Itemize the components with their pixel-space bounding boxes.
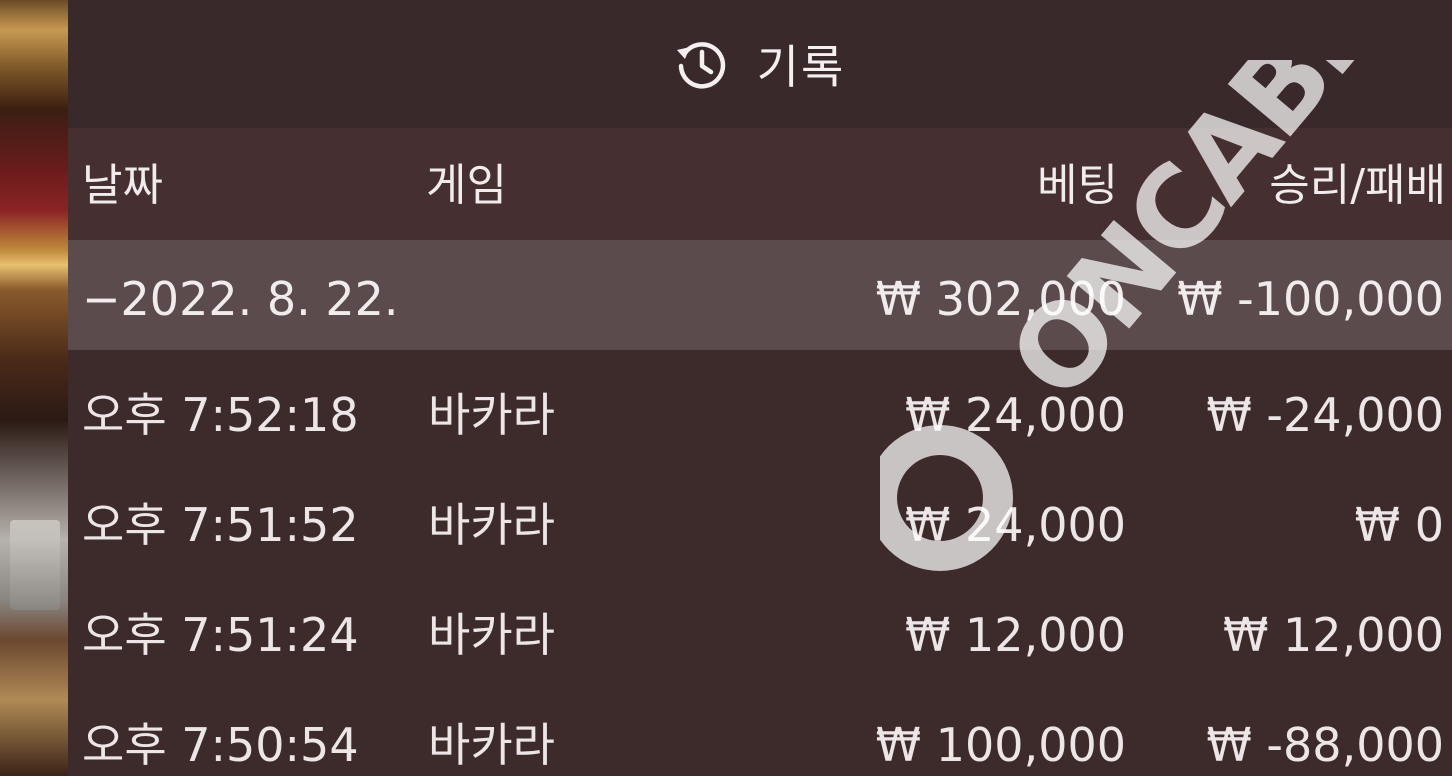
date-group-label[interactable]: −2022. 8. 22. bbox=[82, 276, 399, 322]
column-header-row bbox=[68, 128, 1452, 240]
row-bet: ₩ 24,000 bbox=[904, 498, 1126, 552]
panel-title: 기록 bbox=[671, 31, 846, 97]
row-bet: ₩ 12,000 bbox=[904, 608, 1126, 662]
row-game: 바카라 bbox=[428, 498, 555, 552]
row-game: 바카라 bbox=[428, 718, 555, 772]
row-game: 바카라 bbox=[428, 388, 555, 442]
column-header-game: 게임 bbox=[426, 160, 507, 211]
row-win-loss: ₩ -24,000 bbox=[1206, 388, 1444, 442]
panel-header: 기록 bbox=[68, 0, 1452, 128]
row-time: 오후 7:50:54 bbox=[82, 718, 359, 772]
column-header-win-loss: 승리/패배 bbox=[1269, 160, 1446, 211]
row-win-loss: ₩ 12,000 bbox=[1222, 608, 1444, 662]
row-time: 오후 7:51:24 bbox=[82, 608, 359, 662]
row-bet: ₩ 100,000 bbox=[875, 718, 1126, 772]
row-time: 오후 7:51:52 bbox=[82, 498, 359, 552]
row-win-loss: ₩ -88,000 bbox=[1206, 718, 1444, 772]
date-group-bet-total: ₩ 302,000 bbox=[875, 272, 1126, 326]
casino-background bbox=[0, 0, 68, 776]
row-win-loss: ₩ 0 bbox=[1354, 498, 1444, 552]
column-header-bet: 베팅 bbox=[1037, 160, 1118, 211]
row-bet: ₩ 24,000 bbox=[904, 388, 1126, 442]
row-time: 오후 7:52:18 bbox=[82, 388, 359, 442]
history-panel: 기록 날짜 게임 베팅 승리/패배 −2022. 8. 22. ₩ 302,00… bbox=[68, 0, 1452, 776]
row-game: 바카라 bbox=[428, 608, 555, 662]
column-header-date: 날짜 bbox=[82, 160, 163, 211]
date-group-win-loss-total: ₩ -100,000 bbox=[1177, 272, 1444, 326]
title-label: 기록 bbox=[756, 40, 846, 94]
history-icon bbox=[676, 42, 725, 89]
